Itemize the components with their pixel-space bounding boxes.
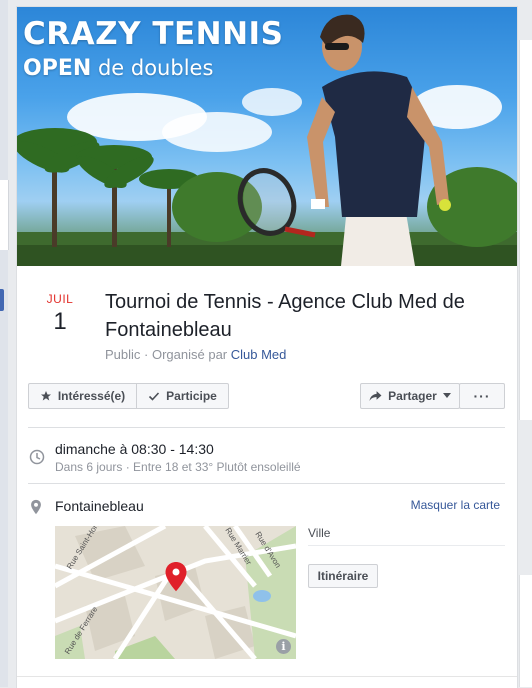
check-icon xyxy=(149,392,160,401)
caret-down-icon xyxy=(442,393,451,398)
event-visibility: Public xyxy=(105,347,141,362)
divider-middle xyxy=(28,483,505,484)
event-time-detail: Dans 6 jours · Entre 18 et 33° Plutôt en… xyxy=(55,460,301,474)
organized-by-label: Organisé par xyxy=(151,347,231,362)
event-title: Tournoi de Tennis - Agence Club Med de F… xyxy=(105,291,465,341)
meta-separator: · xyxy=(140,347,152,362)
cover-subtitle-strong: OPEN xyxy=(23,56,92,81)
left-gutter xyxy=(0,0,8,687)
event-month: JUIL xyxy=(46,292,74,306)
interested-button[interactable]: Intéressé(e) xyxy=(28,383,137,409)
cover-subtitle: OPEN de doubles xyxy=(23,55,213,82)
interested-label: Intéressé(e) xyxy=(57,389,126,403)
right-panel-edge xyxy=(519,40,532,420)
info-icon[interactable]: i xyxy=(276,639,291,654)
hide-map-link[interactable]: Masquer la carte xyxy=(411,498,500,512)
location-divider xyxy=(308,545,505,546)
directions-button[interactable]: Itinéraire xyxy=(308,564,378,588)
event-card: CRAZY TENNIS OPEN de doubles JUIL 1 Tour… xyxy=(16,6,518,688)
star-icon xyxy=(40,391,51,401)
share-arrow-icon xyxy=(369,391,382,401)
divider-top xyxy=(28,427,505,428)
going-label: Participe xyxy=(166,389,217,403)
event-date: JUIL 1 xyxy=(35,292,85,336)
more-options-button[interactable]: ··· xyxy=(459,383,505,409)
location-map[interactable]: Rue Saint-Hon Rue de Ferrare Rue Marrier… xyxy=(55,526,296,659)
card-bottom-divider xyxy=(17,676,517,677)
more-options-label: ··· xyxy=(473,388,491,404)
share-button[interactable]: Partager xyxy=(360,383,460,409)
location-pin-icon xyxy=(31,499,41,515)
event-time: dimanche à 08:30 - 14:30 xyxy=(55,441,214,457)
left-panel-edge xyxy=(0,180,9,250)
event-day: 1 xyxy=(53,308,67,335)
right-panel-edge-lower xyxy=(519,575,532,687)
event-cover-photo[interactable]: CRAZY TENNIS OPEN de doubles xyxy=(17,7,517,266)
directions-label: Itinéraire xyxy=(317,569,369,583)
location-type: Ville xyxy=(308,526,331,540)
event-meta: Public · Organisé par Club Med xyxy=(105,347,286,362)
going-button[interactable]: Participe xyxy=(136,383,229,409)
share-label: Partager xyxy=(388,389,437,403)
cover-subtitle-rest: de doubles xyxy=(91,56,214,80)
clock-icon xyxy=(29,449,45,465)
event-location[interactable]: Fontainebleau xyxy=(55,498,144,514)
event-host-link[interactable]: Club Med xyxy=(231,347,287,362)
cover-title: CRAZY TENNIS xyxy=(23,16,284,52)
left-nav-indicator xyxy=(0,289,4,311)
